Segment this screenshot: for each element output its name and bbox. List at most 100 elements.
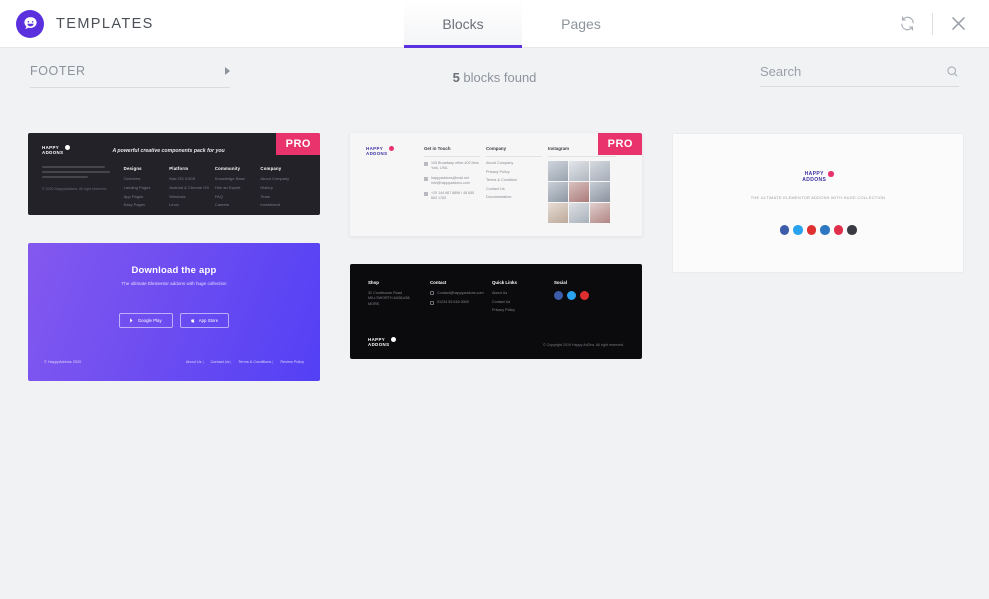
column-item: Windows: [169, 193, 186, 199]
social-icons: [689, 225, 947, 235]
youtube-icon: [806, 225, 816, 235]
instagram-photo: [548, 161, 568, 181]
column-heading: Designs: [123, 166, 142, 172]
app-store-button[interactable]: App Store: [179, 313, 230, 328]
contact-item: 01234 55 618 0000: [437, 300, 469, 305]
column-item: About Company: [260, 176, 290, 182]
column-item: Knowledge Base: [214, 176, 245, 182]
column-item: Team: [260, 193, 271, 199]
footer-link: Contact Us: [211, 360, 232, 364]
main-tabs: Blocks Pages: [404, 0, 640, 48]
button-label: App Store: [198, 318, 219, 323]
column-item: Contact Us: [486, 186, 505, 191]
grid-column-3: HAPPY ADDONS THE ULTIMATE ELEMENTOR ADDO…: [672, 133, 964, 273]
logo-dot-icon: [828, 171, 834, 177]
pro-badge: PRO: [597, 133, 642, 155]
column-item: Documentation: [486, 195, 512, 199]
column-item: Terms & Condition: [486, 178, 518, 182]
twitter-icon: [567, 291, 576, 300]
column-heading: Quick Links: [492, 280, 517, 285]
column-item: Linux: [169, 202, 179, 208]
linkedin-icon: [820, 225, 830, 235]
search-icon[interactable]: [946, 65, 959, 78]
link-column: Designs Overview Landing Pages App Pages…: [124, 166, 170, 210]
results-count-text: blocks found: [463, 70, 537, 85]
happy-face-glyph: [23, 17, 37, 29]
contact-item: +20 144 667 8896 / 48 655 663 1783: [431, 191, 475, 200]
card-tagline: THE ULTIMATE ELEMENTOR ADDONS WITH HUGE …: [750, 195, 886, 200]
about-column: © 2020 HappyAddons. All right reserved.: [42, 166, 124, 210]
facebook-icon: [779, 225, 789, 235]
column-item: Careers: [214, 202, 230, 208]
copyright-line-1: © HAPPY ADDONS 2020: [689, 273, 947, 274]
column-item: Mac OS X/iOS: [169, 176, 196, 182]
contact-item: happyaddons@mail.net info@happyaddons.co…: [431, 176, 470, 185]
card-preview: HAPPY ADDONS THE ULTIMATE ELEMENTOR ADDO…: [672, 133, 964, 273]
search-box[interactable]: [760, 64, 959, 87]
column-heading: Contact: [430, 280, 447, 285]
footer-link: Review Policy: [280, 360, 304, 364]
column-heading: Company: [260, 166, 282, 172]
link-column: Community Knowledge Base Hire an Expert …: [215, 166, 261, 210]
template-card-dark-shop-contact-footer[interactable]: Shop 32 Courthouse Road MILLSWORTH &#38;…: [350, 264, 642, 359]
tab-pages[interactable]: Pages: [522, 0, 640, 48]
footer-links: About Us Contact Us Terms & Conditions R…: [186, 360, 304, 364]
column-item: Hire an Expert: [214, 185, 241, 190]
github-icon: [847, 225, 857, 235]
column-item: Overview: [123, 176, 141, 182]
button-label: Google Play: [137, 318, 162, 323]
twitter-icon: [793, 225, 803, 235]
contact-item: 105 Broadway office #02 New York, USA: [431, 161, 479, 170]
close-icon[interactable]: [941, 7, 975, 41]
column-item: Privacy Policy: [492, 308, 515, 312]
quick-links-column: Quick Links About Us Contact Us Privacy …: [492, 280, 554, 317]
company-column: Company About Company Privacy Policy Ter…: [486, 146, 548, 223]
instagram-photo: [569, 161, 589, 181]
shop-column: Shop 32 Courthouse Road MILLSWORTH &#38;…: [368, 280, 430, 317]
pinterest-icon: [833, 225, 843, 235]
toolbar: FOOTER 5 blocks found: [0, 48, 989, 108]
footer-link: About Us: [186, 360, 204, 364]
social-column: Social: [554, 280, 616, 317]
column-item: App Pages: [123, 193, 144, 199]
instagram-photo: [548, 182, 568, 202]
column-heading: Get in Touch: [424, 146, 480, 157]
template-card-centered-social-footer[interactable]: HAPPY ADDONS THE ULTIMATE ELEMENTOR ADDO…: [672, 133, 964, 273]
column-item: Landing Pages: [123, 185, 151, 190]
youtube-icon: [580, 291, 589, 300]
column-heading: Company: [486, 146, 542, 157]
template-card-gradient-download-app[interactable]: Download the app The ultimate Elementor …: [28, 243, 320, 381]
template-card-dark-multicolumn-footer[interactable]: PRO HAPPY ADDONS A powerful creative com…: [28, 133, 320, 215]
template-grid: PRO HAPPY ADDONS A powerful creative com…: [0, 118, 989, 599]
sync-icon[interactable]: [890, 7, 924, 41]
column-heading: Shop: [368, 280, 379, 285]
happy-addons-logo: HAPPY ADDONS: [368, 336, 397, 347]
search-input[interactable]: [760, 64, 946, 79]
happy-addons-logo: HAPPY ADDONS: [42, 145, 71, 155]
logo-dot-icon: [65, 145, 71, 150]
column-item: Easy Pages: [123, 202, 145, 208]
instagram-photo: [569, 203, 589, 224]
instagram-photo: [569, 182, 589, 202]
template-card-light-get-in-touch-footer[interactable]: PRO HAPPY ADDONS Get in Touch 105 Broadw…: [350, 133, 642, 236]
logo-dot-icon: [389, 146, 395, 151]
google-play-icon: [129, 318, 133, 323]
instagram-column: Instagram: [548, 146, 622, 224]
contact-column: Get in Touch 105 Broadway office #02 New…: [424, 146, 486, 223]
phone-icon: [424, 191, 428, 196]
card-footer: © HappyAddons 2020 About Us Contact Us T…: [44, 360, 304, 364]
happy-face-logo-icon: [16, 9, 44, 38]
phone-icon: [430, 300, 434, 305]
column-item: Privacy Policy: [486, 169, 510, 174]
footer-link: Terms & Conditions: [238, 360, 273, 364]
column-text: 32 Courthouse Road MILLSWORTH &#38;#38; …: [368, 291, 411, 306]
column-item: History: [260, 185, 273, 190]
instagram-photo: [590, 203, 610, 224]
logo-dot-icon: [391, 336, 397, 342]
google-play-button[interactable]: Google Play: [118, 313, 173, 328]
card-tagline: A powerful creative components pack for …: [112, 148, 225, 154]
column-item: FAQ: [214, 193, 223, 199]
logo-line-2: ADDONS: [368, 341, 390, 347]
tab-blocks[interactable]: Blocks: [404, 0, 522, 48]
store-buttons: Google Play App Store: [44, 313, 304, 328]
